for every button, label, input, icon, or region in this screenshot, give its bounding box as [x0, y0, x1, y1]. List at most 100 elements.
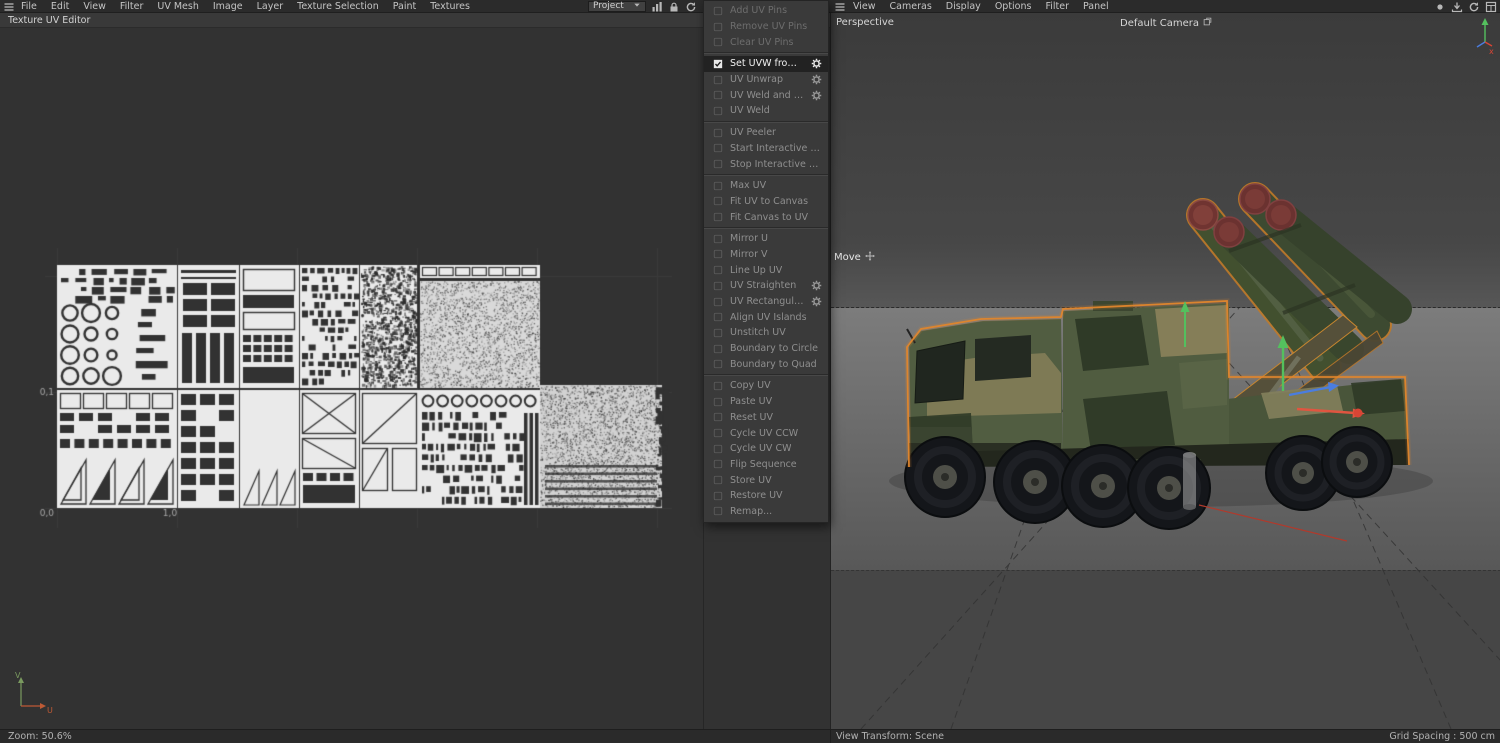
menu-layer[interactable]: Layer: [250, 0, 291, 13]
layout-icon[interactable]: [1484, 0, 1497, 13]
menu-item-max-uv[interactable]: Max UV: [704, 178, 828, 194]
menu-item-uv-unwrap[interactable]: UV Unwrap: [704, 72, 828, 88]
gear-icon[interactable]: [810, 74, 822, 86]
viewport-menu-view[interactable]: View: [846, 0, 883, 13]
menu-item-mirror-u[interactable]: Mirror U: [704, 231, 828, 247]
refresh-view-icon[interactable]: [1467, 0, 1480, 13]
move-tool-label: Move: [834, 251, 875, 264]
v-axis-label: V: [15, 671, 21, 680]
viewport-hamburger-icon[interactable]: [833, 0, 846, 13]
menu-item-icon: [712, 211, 724, 223]
menu-paint[interactable]: Paint: [386, 0, 424, 13]
gizmo-x-handle: [1353, 408, 1363, 418]
menu-item-label: Boundary to Quad: [730, 358, 817, 370]
menu-item-set-uvw-from-projection[interactable]: Set UVW from Projection: [704, 56, 828, 72]
grid-spacing-status: Grid Spacing : 500 cm: [1389, 731, 1495, 742]
menu-item-icon: [712, 311, 724, 323]
menu-item-icon: [712, 74, 724, 86]
menu-edit[interactable]: Edit: [44, 0, 76, 13]
menu-item-mirror-v[interactable]: Mirror V: [704, 247, 828, 263]
camera-label[interactable]: Default Camera: [831, 17, 1500, 29]
checked-checkbox-icon: [712, 58, 724, 70]
menu-item-label: UV Unwrap: [730, 74, 783, 86]
menu-item-reset-uv[interactable]: Reset UV: [704, 410, 828, 426]
menu-item-icon: [712, 195, 724, 207]
menu-item-icon: [712, 396, 724, 408]
menu-textures[interactable]: Textures: [423, 0, 477, 13]
menu-item-icon: [712, 264, 724, 276]
menu-item-stop-interactive-mapping[interactable]: Stop Interactive Mapping: [704, 156, 828, 172]
viewport-3d[interactable]: Perspective Default Camera Move x: [830, 13, 1500, 729]
menu-item-icon: [712, 105, 724, 117]
lock-icon[interactable]: [667, 0, 680, 13]
record-icon[interactable]: [1433, 0, 1446, 13]
menu-file[interactable]: File: [14, 0, 44, 13]
menu-item-label: Max UV: [730, 180, 767, 192]
menu-item-label: Set UVW from Projection: [730, 58, 805, 70]
menu-item-icon: [712, 142, 724, 154]
menu-item-label: Mirror U: [730, 233, 768, 245]
menu-item-remap[interactable]: Remap...: [704, 504, 828, 520]
menu-item-icon: [712, 343, 724, 355]
menu-item-icon: [712, 505, 724, 517]
menu-item-cycle-uv-cw[interactable]: Cycle UV CW: [704, 441, 828, 457]
menu-item-fit-canvas-to-uv[interactable]: Fit Canvas to UV: [704, 209, 828, 225]
menu-separator: [704, 120, 828, 123]
viewport-status: View Transform: Scene Grid Spacing : 500…: [830, 730, 1500, 743]
gear-icon[interactable]: [810, 280, 822, 292]
menu-item-align-uv-islands[interactable]: Align UV Islands: [704, 309, 828, 325]
refresh-icon[interactable]: [684, 0, 697, 13]
viewport-menu-options[interactable]: Options: [988, 0, 1039, 13]
menu-item-boundary-to-quad[interactable]: Boundary to Quad: [704, 356, 828, 372]
uv-context-menu: Add UV Pins Remove UV Pins Clear UV Pins Se…: [703, 0, 829, 524]
menu-item-label: Copy UV: [730, 380, 771, 392]
viewport-menu-cameras[interactable]: Cameras: [883, 0, 939, 13]
menu-filter[interactable]: Filter: [113, 0, 151, 13]
viewport-menu-display[interactable]: Display: [939, 0, 988, 13]
menu-item-uv-weld-and-relax[interactable]: UV Weld and Relax: [704, 87, 828, 103]
menu-item-label: Paste UV: [730, 396, 773, 408]
menu-item-label: Boundary to Circle: [730, 343, 819, 355]
menu-item-start-interactive-mapping[interactable]: Start Interactive Mapping: [704, 141, 828, 157]
menu-view[interactable]: View: [76, 0, 113, 13]
menu-item-paste-uv[interactable]: Paste UV: [704, 394, 828, 410]
menu-item-icon: [712, 458, 724, 470]
menu-item-uv-weld[interactable]: UV Weld: [704, 103, 828, 119]
menu-item-uv-straighten[interactable]: UV Straighten: [704, 278, 828, 294]
menu-uv-mesh[interactable]: UV Mesh: [150, 0, 205, 13]
menu-item-fit-uv-to-canvas[interactable]: Fit UV to Canvas: [704, 194, 828, 210]
viewport-menu-panel[interactable]: Panel: [1076, 0, 1116, 13]
menu-item-store-uv[interactable]: Store UV: [704, 472, 828, 488]
menu-item-label: Cycle UV CCW: [730, 427, 799, 439]
menu-item-copy-uv[interactable]: Copy UV: [704, 378, 828, 394]
import-icon[interactable]: [1450, 0, 1463, 13]
project-dropdown[interactable]: Project: [588, 1, 646, 12]
menu-item-flip-sequence[interactable]: Flip Sequence: [704, 457, 828, 473]
menu-item-uv-peeler[interactable]: UV Peeler: [704, 125, 828, 141]
menu-item-uv-rectangularize[interactable]: UV Rectangularize: [704, 294, 828, 310]
menu-item-icon: [712, 248, 724, 260]
histogram-icon[interactable]: [650, 0, 663, 13]
menu-texture-selection[interactable]: Texture Selection: [290, 0, 386, 13]
menu-item-cycle-uv-ccw[interactable]: Cycle UV CCW: [704, 425, 828, 441]
menu-item-icon: [712, 358, 724, 370]
world-axis-widget: x: [1476, 18, 1494, 55]
menu-item-remove-uv-pins[interactable]: Remove UV Pins: [704, 19, 828, 35]
menu-item-icon: [712, 180, 724, 192]
menu-item-unstitch-uv[interactable]: Unstitch UV: [704, 325, 828, 341]
menu-separator: [704, 173, 828, 176]
menu-image[interactable]: Image: [206, 0, 250, 13]
menu-separator: [704, 52, 828, 55]
gear-icon[interactable]: [811, 89, 822, 101]
menu-item-label: Line Up UV: [730, 264, 783, 276]
gear-icon[interactable]: [811, 296, 822, 308]
menu-item-boundary-to-circle[interactable]: Boundary to Circle: [704, 341, 828, 357]
gear-icon[interactable]: [811, 58, 822, 70]
viewport-menu-filter[interactable]: Filter: [1038, 0, 1076, 13]
move-tool-icon: [864, 251, 875, 264]
viewport-menus: View Cameras Display Options Filter Panel: [846, 0, 1116, 13]
menu-item-add-uv-pins[interactable]: Add UV Pins: [704, 3, 828, 19]
menu-item-restore-uv[interactable]: Restore UV: [704, 488, 828, 504]
menu-item-line-up-uv[interactable]: Line Up UV: [704, 262, 828, 278]
menu-item-clear-uv-pins[interactable]: Clear UV Pins: [704, 34, 828, 50]
